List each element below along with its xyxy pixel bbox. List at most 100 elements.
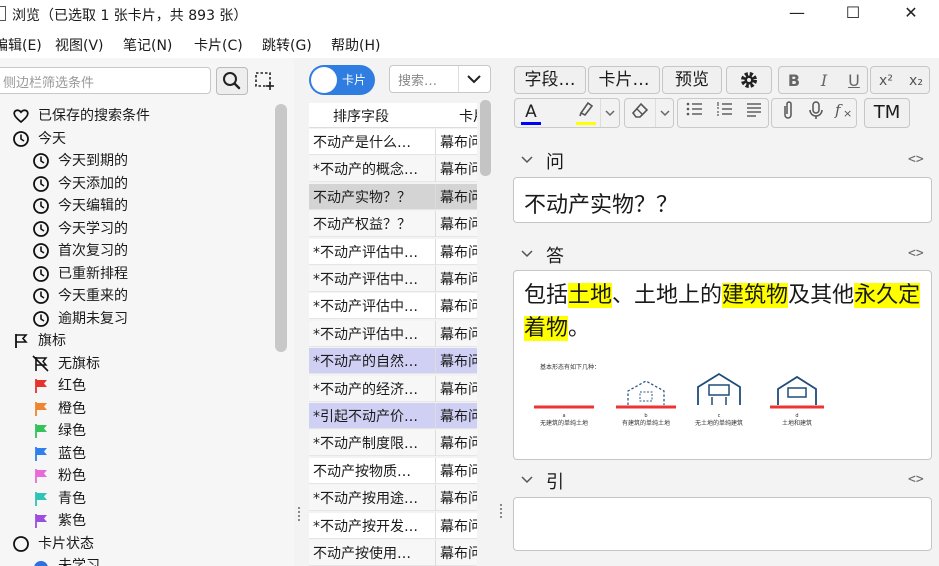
table-row[interactable]: 不动产按使用… 幕布问 [309,540,477,566]
preview-button[interactable]: 预览 [662,66,722,94]
chevron-down-icon[interactable] [520,246,534,260]
answer-field[interactable]: 包括土地、土地上的建筑物及其他永久定着物。 基本形态有如下几种： a b c d… [513,270,932,460]
clock-icon [33,198,49,214]
menu-go[interactable]: 跳转(G) [262,35,312,55]
table-row[interactable]: *不动产制度限… 幕布问 [309,430,477,457]
answer-highlight-land: 土地 [568,283,613,308]
minimize-button[interactable]: — [782,3,812,23]
chevron-down-icon[interactable] [520,152,534,166]
attach-button[interactable] [774,99,802,127]
cell-card: 幕布问 [435,129,477,155]
sidebar-item-label: 已保存的搜索条件 [38,108,150,124]
question-field[interactable]: 不动产实物？？ [513,177,932,223]
menu-bar: 编辑(E) 视图(V) 笔记(N) 卡片(C) 跳转(G) 帮助(H) [0,28,939,58]
search-icon [223,72,241,90]
clock-icon [33,221,49,237]
field-name-question: 问 [546,152,564,173]
bullet-list-button[interactable] [680,99,708,127]
options-button[interactable] [726,66,772,94]
chevron-down-icon[interactable] [520,472,534,486]
cell-sort-field: 不动产按物质… [313,463,411,480]
menu-view[interactable]: 视图(V) [55,35,104,55]
select-tool-button[interactable] [254,70,276,92]
search-history-dropdown[interactable] [458,66,490,92]
sidebar-item-label: 旗标 [38,333,66,349]
selection-icon [255,72,274,90]
highlight-swatch [576,122,596,125]
highlight-dropdown[interactable] [600,99,618,127]
cell-card: 幕布问 [435,266,477,292]
html-editor-toggle-question[interactable]: <> [908,152,930,170]
flag-icon [35,379,47,393]
menu-cards[interactable]: 卡片(C) [194,35,243,55]
table-row[interactable]: 不动产权益？？ 幕布问 [309,211,477,238]
function-button[interactable]: f × [830,99,858,127]
sidebar-search-button[interactable] [216,67,248,95]
html-editor-toggle-reference[interactable]: <> [908,472,930,490]
table-row[interactable]: *不动产的自然… 幕布问 [309,348,477,375]
column-header-sort-field[interactable]: 排序字段 [333,106,389,126]
sidebar-item-label: 红色 [58,378,86,394]
clock-icon [33,153,49,169]
underline-button[interactable]: U [839,67,867,93]
sidebar-search-input[interactable]: 侧边栏筛选条件 [0,67,211,94]
mathjax-button[interactable]: TM [864,98,910,128]
maximize-button[interactable]: ☐ [838,3,868,23]
diagram-letter-c: c [718,413,721,419]
table-row[interactable]: *不动产评估中… 幕布问 [309,238,477,265]
table-row[interactable]: *不动产的概念… 幕布问 [309,156,477,183]
diagram-ground-b [616,380,676,409]
editor-splitter[interactable] [498,502,504,522]
html-editor-toggle-answer[interactable]: <> [908,246,930,264]
table-row[interactable]: 不动产按物质… 幕布问 [309,457,477,484]
numbered-list-icon [717,102,732,116]
table-row[interactable]: *不动产按用途… 幕布问 [309,485,477,512]
column-header-card[interactable]: 卡片 [459,106,477,126]
cards-notes-toggle[interactable]: 卡片 [309,65,375,95]
browser-scrollbar[interactable] [480,100,491,176]
title-bar: 浏览（已选取 1 张卡片，共 893 张） — ☐ ✕ [0,0,939,28]
superscript-button[interactable]: x² [871,67,901,93]
menu-help[interactable]: 帮助(H) [331,35,380,55]
table-row[interactable]: *不动产评估中… 幕布问 [309,266,477,292]
table-row[interactable]: 不动产实物？？ 幕布问 [309,183,477,210]
eraser-button[interactable] [627,99,653,127]
table-row[interactable]: *不动产的经济… 幕布问 [309,375,477,402]
text-style-group: B I U [778,66,868,94]
diagram-land-building-d [770,375,824,409]
sidebar-item-label: 今天学习的 [58,221,128,237]
sidebar-item-label: 卡片状态 [38,536,94,552]
flag-icon [35,492,47,506]
cards-button[interactable]: 卡片… [588,66,660,94]
table-row[interactable]: *引起不动产价… 幕布问 [309,403,477,429]
menu-edit[interactable]: 编辑(E) [0,35,42,55]
numbered-list-button[interactable] [710,99,738,127]
reference-field[interactable] [513,497,932,551]
clock-icon [33,288,49,304]
fields-button[interactable]: 字段… [514,66,586,94]
browser-search-input[interactable]: 搜索… [389,65,491,93]
sidebar-splitter[interactable] [296,505,302,525]
chevron-down-icon [604,110,615,117]
italic-button[interactable]: I [809,67,839,93]
table-row[interactable]: *不动产评估中… 幕布问 [309,293,477,320]
bold-button[interactable]: B [779,67,809,93]
close-button[interactable]: ✕ [896,3,926,23]
sidebar-scrollbar[interactable] [275,104,287,352]
menu-notes[interactable]: 笔记(N) [123,35,172,55]
diagram-letter-b: b [644,413,647,419]
card-browser: 卡片 搜索… 排序字段 卡片 不动产是什么…幕布问*不动产的概念…幕布问不动产实… [306,58,492,566]
cell-card: 幕布问 [435,540,477,566]
align-button[interactable] [740,99,768,127]
clock-icon [33,243,49,259]
svg-text:×: × [843,107,852,120]
table-row[interactable]: 不动产是什么… 幕布问 [309,129,477,155]
clear-format-dropdown[interactable] [655,99,673,127]
table-row[interactable]: *不动产按开发… 幕布问 [309,512,477,539]
record-audio-button[interactable] [802,99,830,127]
eraser-icon [631,102,649,118]
subscript-button[interactable]: x₂ [901,67,929,93]
table-row[interactable]: *不动产评估中… 幕布问 [309,320,477,347]
answer-text-3: 及其他 [788,283,855,308]
sidebar-item-label: 蓝色 [58,446,86,462]
